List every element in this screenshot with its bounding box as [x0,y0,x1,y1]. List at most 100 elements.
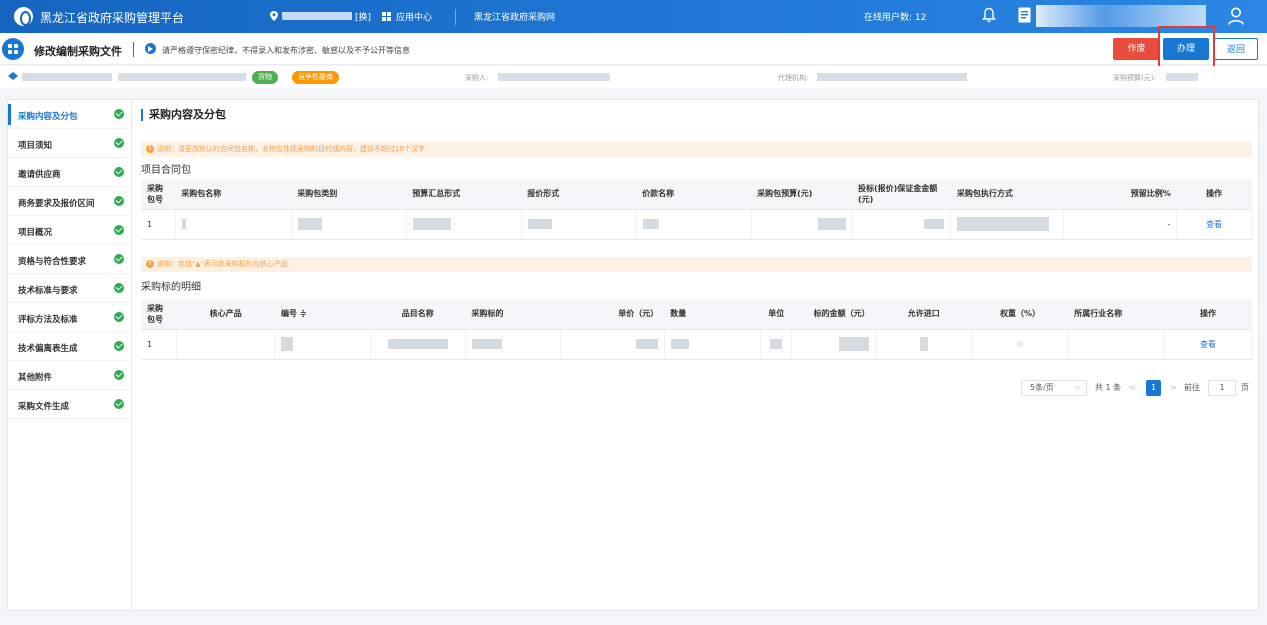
check-icon [114,312,124,322]
unit-cell [760,329,793,360]
app-center-link[interactable]: 应用中心 [396,10,432,23]
sidebar-item-generate-document[interactable]: 采购文件生成 [8,390,131,419]
unit-price-cell [560,329,665,360]
deposit-amount-cell[interactable] [852,209,952,240]
table-header-row: 采购包号 采购包名称 采购包类别 预算汇总形式 报价形式 价款名称 采购包预算(… [141,179,1252,210]
user-icon[interactable] [1228,7,1244,25]
sidebar-item-label: 项目概况 [18,228,53,238]
sortable-column-header[interactable]: 编号 ≑ [274,299,371,330]
column-header: 单价（元） [560,299,665,330]
column-header: 品目名称 [370,299,466,330]
column-header: 采购包号 [141,299,177,330]
column-header: 采购标的 [465,299,561,330]
procurement-site-link[interactable]: 黑龙江省政府采购网 [474,10,555,23]
sidebar-item-label: 技术偏离表生成 [18,344,78,354]
sidebar-item-label: 采购内容及分包 [18,112,78,122]
redacted-value [387,339,448,349]
industry-name-cell [1068,329,1166,360]
view-link-label[interactable]: 查看 [1200,340,1216,349]
sidebar-item-qualification[interactable]: 资格与符合性要求 [8,245,131,274]
top-divider [455,9,456,25]
next-page-button[interactable]: > [1170,380,1177,396]
import-allowed-cell [875,329,973,360]
column-header: 操作 [1176,179,1252,210]
budget-label: 采购预算(元): [1113,74,1156,82]
project-name-redacted [118,73,246,81]
user-info-redacted [1036,5,1206,27]
column-header: 采购包号 [141,179,176,210]
menu-grid-icon[interactable] [2,38,24,60]
sidebar-item-label: 邀请供应商 [18,170,61,180]
void-button[interactable]: 作废 [1113,38,1160,60]
sidebar-item-deviation-table[interactable]: 技术偏离表生成 [8,332,131,361]
reserve-ratio-cell: - [1063,209,1178,240]
view-link-label[interactable]: 查看 [1206,220,1222,229]
column-header: 操作 [1164,299,1252,330]
package-name-hint: 说明：请更改默认的合同包名称，名称应体现采购的目的或内容，建议不超过10个汉字 [141,142,1252,157]
column-header: 预算汇总形式 [406,179,522,210]
package-budget-cell[interactable] [751,209,853,240]
budget-summary-cell[interactable] [406,209,522,240]
procurement-items-table: 采购包号 核心产品 编号 ≑ 品目名称 采购标的 单价（元） 数量 单位 标的金… [141,299,1252,360]
core-product-cell [176,329,276,360]
redacted-value [919,337,928,351]
view-link[interactable]: 查看 [1176,209,1252,240]
sidebar-item-project-overview[interactable]: 项目概况 [8,216,131,245]
column-header: 允许进口 [875,299,972,330]
sidebar-item-other-attachments[interactable]: 其他附件 [8,361,131,390]
step-sidebar: 采购内容及分包 项目须知 邀请供应商 商务要求及报价区间 项目概况 资格与符合性… [7,99,132,611]
back-button[interactable]: 返回 [1214,38,1258,60]
check-icon [114,109,124,119]
column-header: 权重（%） [971,299,1069,330]
contract-package-table: 采购包号 采购包名称 采购包类别 预算汇总形式 报价形式 价款名称 采购包预算(… [141,179,1252,240]
bell-icon[interactable] [982,7,996,23]
redacted-value [412,218,451,230]
document-icon[interactable] [1018,7,1031,23]
execution-method-cell[interactable] [950,209,1065,240]
location-pin-icon[interactable] [270,11,278,21]
redacted-value [924,219,945,229]
sidebar-item-business-requirements[interactable]: 商务要求及报价区间 [8,187,131,216]
price-name-cell[interactable] [636,209,752,240]
switch-location-link[interactable]: [换] [355,10,371,23]
online-users-count: 在线用户数: 12 [864,13,927,23]
top-bar: 黑龙江省政府采购管理平台 [换] 应用中心 黑龙江省政府采购网 在线用户数: 1… [0,0,1267,33]
speaker-icon [145,43,156,54]
quantity-cell [664,329,762,360]
sidebar-item-evaluation-method[interactable]: 评标方法及标准 [8,303,131,332]
page-unit-label: 页 [1241,383,1249,392]
method-tag: 竞争性磋商 [292,71,339,84]
quote-form-cell[interactable] [521,209,637,240]
total-count: 共 1 条 [1095,383,1122,392]
app-grid-icon[interactable] [382,12,391,21]
check-icon [114,196,124,206]
redacted-value [839,337,870,351]
sidebar-item-label: 资格与符合性要求 [18,257,87,267]
package-name-cell[interactable] [175,209,292,240]
column-header: 采购包执行方式 [950,179,1064,210]
item-code-cell [274,329,371,360]
sidebar-item-content-packages[interactable]: 采购内容及分包 [8,100,131,129]
item-subject-cell [465,329,562,360]
sidebar-item-project-notice[interactable]: 项目须知 [8,129,131,158]
item-amount-cell [791,329,877,360]
check-icon [114,283,124,293]
check-icon [114,341,124,351]
sidebar-item-invite-suppliers[interactable]: 邀请供应商 [8,158,131,187]
prev-page-button[interactable]: < [1129,380,1136,396]
column-header: 采购包名称 [175,179,292,210]
sidebar-item-technical-standards[interactable]: 技术标准与要求 [8,274,131,303]
page-number-current[interactable]: 1 [1146,380,1161,396]
check-icon [114,370,124,380]
view-link[interactable]: 查看 [1164,329,1252,360]
check-icon [114,225,124,235]
redacted-value [1017,341,1024,347]
sidebar-item-label: 项目须知 [18,141,53,151]
page-size-select[interactable]: 5条/页 [1021,380,1087,396]
location-redacted [282,12,352,20]
page-title: 修改编制采购文件 [34,45,122,58]
app-title: 黑龙江省政府采购管理平台 [40,11,185,25]
package-category-cell[interactable] [291,209,407,240]
redacted-value [957,217,1050,231]
goto-page-input[interactable]: 1 [1208,380,1236,396]
